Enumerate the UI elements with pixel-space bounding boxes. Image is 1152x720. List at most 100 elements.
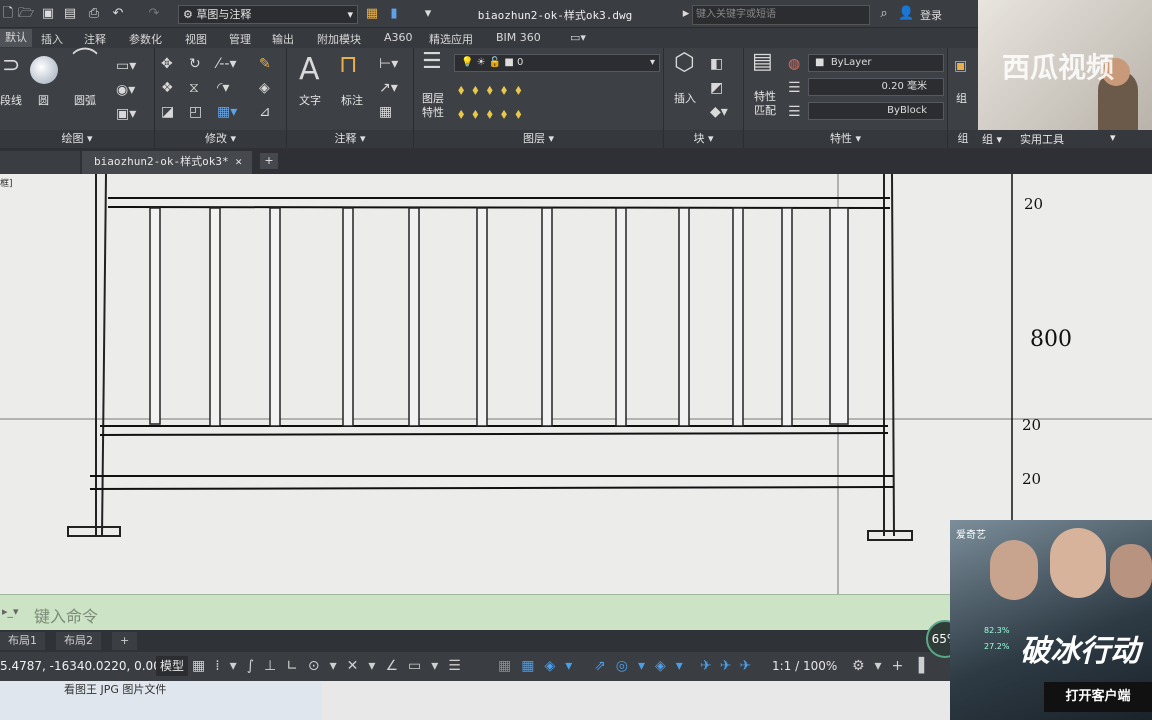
layer-props-label[interactable]: 图层 特性 <box>422 92 444 120</box>
command-input[interactable]: 键入命令 <box>34 603 98 627</box>
erase-icon[interactable]: ✎ <box>259 56 271 72</box>
tab-a360[interactable]: A360 <box>384 31 413 44</box>
command-line[interactable]: ▸_▾ 键入命令 <box>0 594 950 630</box>
status-toggles-3[interactable]: ⇗◎▾◈▾ <box>594 658 693 674</box>
properties-panel-title[interactable]: 特性 ▾ <box>744 130 947 148</box>
start-tab[interactable] <box>0 151 80 174</box>
user-icon[interactable]: 👤 <box>898 6 914 22</box>
draw-panel-title[interactable]: 绘图 ▾ <box>0 130 154 148</box>
utilities-title[interactable]: 实用工具 <box>1020 131 1064 147</box>
layer-state-icon[interactable]: ▮ <box>386 6 402 22</box>
circle-icon[interactable] <box>30 56 58 84</box>
tab-layout2[interactable]: 布局2 <box>56 632 101 650</box>
hatch-icon[interactable]: ◉▾ <box>116 82 135 98</box>
mirror-icon[interactable]: ⧖ <box>189 80 199 96</box>
stretch-icon[interactable]: ◪ <box>161 104 174 120</box>
workspace-select[interactable]: ⚙ 草图与注释 ▾ <box>178 5 358 24</box>
layer-tools-row2[interactable]: ⬧⬧⬧⬧⬧ <box>458 106 530 122</box>
customize-icon[interactable]: ▾ <box>420 6 436 22</box>
rectangle-icon[interactable]: ▭▾ <box>116 58 136 74</box>
offset-icon[interactable]: ⊿ <box>259 104 271 120</box>
search-input[interactable]: 键入关键字或短语 <box>692 5 870 25</box>
file-tab[interactable]: biaozhun2-ok-样式ok3* ✕ <box>82 151 252 174</box>
gradient-icon[interactable]: ▣▾ <box>116 106 136 122</box>
group-icon[interactable]: ▣ <box>954 58 967 74</box>
arc-label[interactable]: 圆弧 <box>74 92 96 108</box>
redo-icon[interactable]: ↷ <box>146 6 162 22</box>
lineweight-icon[interactable]: ☰ <box>788 80 801 96</box>
tab-output[interactable]: 输出 <box>272 31 294 47</box>
ribbon-toggle-icon[interactable]: ▭▾ <box>570 31 586 44</box>
group-label[interactable]: 组 <box>956 90 967 106</box>
linear-dim-icon[interactable]: ⊢▾ <box>379 56 398 72</box>
match-properties-icon[interactable]: ▤ <box>752 51 773 73</box>
tab-default[interactable]: 默认 <box>0 29 32 47</box>
login-link[interactable]: 登录 <box>920 7 942 23</box>
match-label[interactable]: 特性 匹配 <box>754 90 776 118</box>
block-attr-icon[interactable]: ◆▾ <box>710 104 728 120</box>
linetype-icon[interactable]: ☰ <box>788 104 801 120</box>
groups-panel-title[interactable]: 组 <box>948 130 978 148</box>
groups-title-ext[interactable]: 组 ▾ <box>982 131 1002 147</box>
layer-properties-icon[interactable]: ☰ <box>422 51 442 73</box>
layer-icon[interactable]: ▦ <box>364 6 380 22</box>
linetype-select[interactable]: ByBlock <box>808 102 944 120</box>
color-select[interactable]: ■ ByLayer <box>808 54 944 72</box>
open-icon[interactable]: 🗁 <box>18 6 34 22</box>
layer-tools-row1[interactable]: ⬧⬧⬧⬧⬧ <box>458 82 530 98</box>
dimension-icon[interactable]: ⊓ <box>339 52 358 76</box>
layer-select[interactable]: 💡 ☀ 🔓 ■ 0 ▾ <box>454 54 660 72</box>
undo-icon[interactable]: ↶ <box>110 6 126 22</box>
annotation-panel-title[interactable]: 注释 ▾ <box>287 130 413 148</box>
ad-overlay[interactable]: 爱奇艺 破冰行动 82.3% 27.2% 打开客户端 <box>950 520 1152 720</box>
status-toggles[interactable]: ▦⁞▾∫⊥∟⊙▾✕▾∠▭▾☰ <box>192 658 471 674</box>
leader-icon[interactable]: ↗▾ <box>379 80 398 96</box>
explode-icon[interactable]: ◈ <box>259 80 270 96</box>
tab-bim360[interactable]: BIM 360 <box>496 31 541 44</box>
circle-label[interactable]: 圆 <box>38 92 49 108</box>
status-toggles-blue[interactable]: ▦▦◈▾ <box>498 658 582 674</box>
text-label[interactable]: 文字 <box>299 92 321 108</box>
rotate-icon[interactable]: ↻ <box>189 56 201 72</box>
table-icon[interactable]: ▦ <box>379 104 392 120</box>
trim-icon[interactable]: ⁄--▾ <box>217 56 236 72</box>
layers-panel-title[interactable]: 图层 ▾ <box>414 130 663 148</box>
tab-layout1[interactable]: 布局1 <box>0 632 45 650</box>
tab-insert[interactable]: 插入 <box>41 31 63 47</box>
annotation-scale-icons[interactable]: ✈✈✈ <box>700 658 759 674</box>
block-panel-title[interactable]: 块 ▾ <box>664 130 743 148</box>
modify-panel-title[interactable]: 修改 ▾ <box>155 130 286 148</box>
tab-parametric[interactable]: 参数化 <box>129 31 162 47</box>
edit-block-icon[interactable]: ◩ <box>710 80 723 96</box>
close-icon[interactable]: ✕ <box>235 151 242 173</box>
tab-addins[interactable]: 附加模块 <box>317 31 361 47</box>
polyline-icon[interactable]: ⊃ <box>2 55 20 77</box>
settings-icons[interactable]: ⚙▾+▐ <box>852 658 934 674</box>
save-icon[interactable]: ▣ <box>40 6 56 22</box>
scale-icon[interactable]: ◰ <box>189 104 202 120</box>
lineweight-select[interactable]: 0.20 毫米 <box>808 78 944 96</box>
fillet-icon[interactable]: ◜▾ <box>217 80 229 96</box>
print-icon[interactable]: ⎙ <box>86 6 102 22</box>
model-button[interactable]: 模型 <box>156 656 189 676</box>
tab-view[interactable]: 视图 <box>185 31 207 47</box>
insert-label[interactable]: 插入 <box>674 90 696 106</box>
array-icon[interactable]: ▦▾ <box>217 104 237 120</box>
copy-icon[interactable]: ❖ <box>161 80 174 96</box>
tab-annotate[interactable]: 注释 <box>84 31 106 47</box>
binoculars-icon[interactable]: ⌕ <box>876 6 892 22</box>
ribbon-more-icon[interactable]: ▾ <box>1110 131 1116 144</box>
save-as-icon[interactable]: ▤ <box>62 6 78 22</box>
add-layout-icon[interactable]: + <box>112 632 138 650</box>
scale-readout[interactable]: 1:1 / 100% <box>772 659 837 673</box>
move-icon[interactable]: ✥ <box>161 56 173 72</box>
color-wheel-icon[interactable]: ◍ <box>788 56 800 72</box>
tab-featured[interactable]: 精选应用 <box>429 31 473 47</box>
new-file-icon[interactable]: 🗋 <box>0 6 16 22</box>
tab-manage[interactable]: 管理 <box>229 31 251 47</box>
arc-icon[interactable]: ⌒ <box>72 49 98 75</box>
polyline-label[interactable]: 段线 <box>0 92 22 108</box>
dim-label[interactable]: 标注 <box>341 92 363 108</box>
ad-cta-button[interactable]: 打开客户端 <box>1044 682 1152 712</box>
new-tab-icon[interactable]: + <box>260 153 278 169</box>
